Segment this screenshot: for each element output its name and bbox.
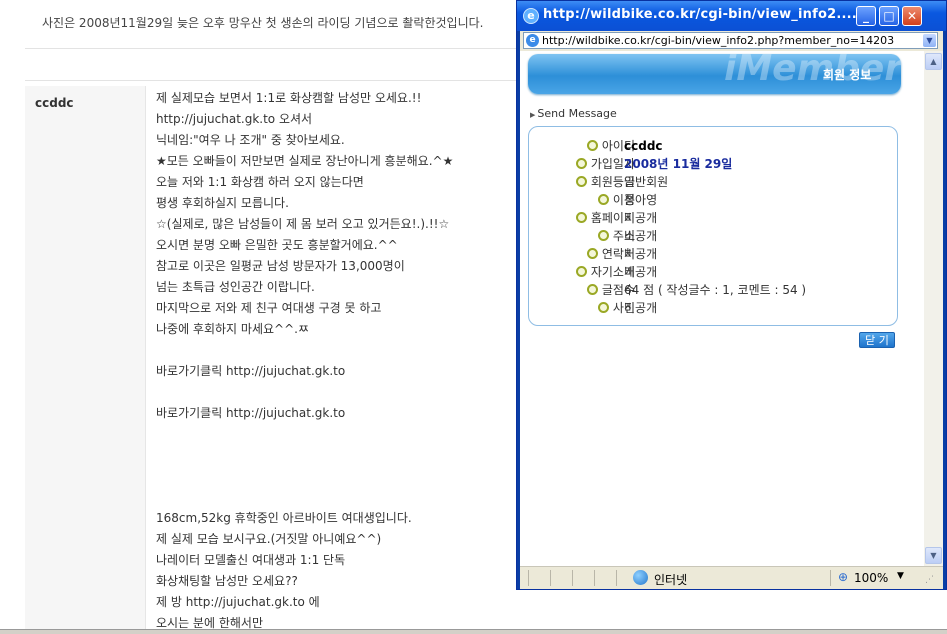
post-line: 제 실제모습 보면서 1:1로 화상캠할 남성만 오세요.!! bbox=[156, 91, 422, 105]
address-field[interactable]: e http://wildbike.co.kr/cgi-bin/view_inf… bbox=[523, 32, 938, 49]
address-text: http://wildbike.co.kr/cgi-bin/view_info2… bbox=[542, 34, 895, 47]
status-divider bbox=[572, 570, 573, 586]
page-icon: e bbox=[526, 34, 539, 47]
close-window-button[interactable]: ✕ bbox=[902, 6, 922, 26]
circle-bullet-icon bbox=[586, 140, 598, 151]
ie-icon: e bbox=[523, 8, 539, 24]
post-line: 오늘 저와 1:1 화상캠 하러 오지 않는다면 bbox=[156, 175, 364, 189]
post-line bbox=[156, 487, 516, 508]
info-value: 비공개 bbox=[624, 229, 658, 243]
circle-bullet-icon bbox=[597, 302, 609, 313]
info-value: 일반회원 bbox=[624, 175, 669, 189]
divider bbox=[25, 48, 525, 49]
zoom-level[interactable]: 100% bbox=[854, 571, 888, 585]
window-titlebar[interactable]: e http://wildbike.co.kr/cgi-bin/view_inf… bbox=[517, 1, 946, 31]
resize-grip-icon[interactable]: ⋰ bbox=[925, 575, 934, 585]
circle-bullet-icon bbox=[586, 284, 598, 295]
info-value: 비공개 bbox=[624, 301, 658, 315]
status-divider bbox=[594, 570, 595, 586]
post-line: http://jujuchat.gk.to 오셔서 bbox=[156, 112, 313, 126]
banner-title: 회원 정보 bbox=[823, 68, 872, 82]
circle-bullet-icon bbox=[597, 194, 609, 205]
post-line: ★모든 오빠들이 저만보면 실제로 장난아니게 흥분해요.^★ bbox=[156, 154, 454, 168]
window-title: http://wildbike.co.kr/cgi-bin/view_info2… bbox=[543, 7, 857, 22]
member-info-box: 아이디 ccddc 가입일자 2008년 11월 29일 회원등급 일반회원 이름 정아영 홈페… bbox=[528, 126, 898, 326]
info-row: 회원등급 일반회원 bbox=[529, 173, 897, 191]
scroll-up-arrow-icon[interactable]: ▲ bbox=[925, 53, 942, 70]
post-line: 나레이터 모델출신 여대생과 1:1 단독 bbox=[156, 553, 346, 567]
post-line bbox=[156, 382, 516, 403]
status-divider bbox=[550, 570, 551, 586]
post-line bbox=[156, 445, 516, 466]
minimize-button[interactable]: _ bbox=[856, 6, 876, 26]
post-line: 닉네임:"여우 나 조개" 중 찾아보세요. bbox=[156, 133, 345, 147]
chevron-down-icon[interactable]: ▼ bbox=[923, 34, 936, 47]
info-value: 2008년 11월 29일 bbox=[624, 157, 733, 171]
address-bar: e http://wildbike.co.kr/cgi-bin/view_inf… bbox=[520, 31, 943, 51]
photo-caption: 사진은 2008년11월29일 늦은 오후 망우산 첫 생손의 라이딩 기념으로… bbox=[42, 16, 484, 30]
post-line: 제 방 http://jujuchat.gk.to 에 bbox=[156, 595, 320, 609]
divider bbox=[25, 80, 525, 81]
post-line: 평생 후회하실지 모릅니다. bbox=[156, 196, 289, 210]
info-row: 연락처 비공개 bbox=[529, 245, 897, 263]
post-line bbox=[156, 340, 516, 361]
info-row: 사진 비공개 bbox=[529, 299, 897, 317]
info-row: 글점수 64 점 ( 작성글수 : 1, 코멘트 : 54 ) bbox=[529, 281, 897, 299]
circle-bullet-icon bbox=[575, 176, 587, 187]
info-row: 가입일자 2008년 11월 29일 bbox=[529, 155, 897, 173]
author-name[interactable]: ccddc bbox=[35, 96, 74, 110]
maximize-button[interactable]: □ bbox=[879, 6, 899, 26]
post-line: 바로가기클릭 http://jujuchat.gk.to bbox=[156, 364, 346, 378]
author-cell: ccddc bbox=[25, 86, 146, 633]
send-message-label: Send Message bbox=[537, 107, 617, 120]
post-line: 나중에 후회하지 마세요^^.ㅉ bbox=[156, 322, 309, 336]
info-row: 자기소개 비공개 bbox=[529, 263, 897, 281]
info-row: 주소 비공개 bbox=[529, 227, 897, 245]
info-value: 64 점 ( 작성글수 : 1, 코멘트 : 54 ) bbox=[624, 283, 807, 297]
post-line: 오시면 분명 오빠 은밀한 곳도 흥분할거에요.^^ bbox=[156, 238, 398, 252]
post-line: 참고로 이곳은 일평균 남성 방문자가 13,000명이 bbox=[156, 259, 405, 273]
status-bar: 인터넷 ⊕ 100% ▼ ⋰ bbox=[520, 566, 943, 589]
status-divider bbox=[528, 570, 529, 586]
post-line: ☆(실제로, 많은 남성들이 제 몸 보러 오고 있거든요!.).!!☆ bbox=[156, 217, 450, 231]
status-divider bbox=[616, 570, 617, 586]
send-message-link[interactable]: ▶ Send Message bbox=[530, 107, 617, 120]
internet-zone-icon bbox=[633, 570, 648, 585]
zoom-dropdown-icon[interactable]: ▼ bbox=[897, 571, 904, 581]
info-value: ccddc bbox=[624, 139, 663, 153]
circle-bullet-icon bbox=[575, 158, 587, 169]
info-row: 아이디 ccddc bbox=[529, 137, 897, 155]
post-line: 넘는 초특급 성인공간 이랍니다. bbox=[156, 280, 315, 294]
post-line: 168cm,52kg 휴학중인 아르바이트 여대생입니다. bbox=[156, 511, 412, 525]
scroll-down-arrow-icon[interactable]: ▼ bbox=[925, 547, 942, 564]
circle-bullet-icon bbox=[586, 248, 598, 259]
circle-bullet-icon bbox=[575, 212, 587, 223]
info-row: 이름 정아영 bbox=[529, 191, 897, 209]
info-value: 비공개 bbox=[624, 265, 658, 279]
vertical-scrollbar[interactable]: ▲ ▼ bbox=[924, 51, 943, 566]
security-zone-label: 인터넷 bbox=[654, 573, 688, 587]
info-value: 비공개 bbox=[624, 211, 658, 225]
info-value: 비공개 bbox=[624, 247, 658, 261]
popup-content: iMember 회원 정보 ▶ Send Message 아이디 ccddc 가입일자… bbox=[520, 51, 924, 566]
post-body: 제 실제모습 보면서 1:1로 화상캠할 남성만 오세요.!! http://ju… bbox=[156, 88, 516, 634]
post-line: 바로가기클릭 http://jujuchat.gk.to bbox=[156, 406, 346, 420]
post-line bbox=[156, 424, 516, 445]
zoom-icon[interactable]: ⊕ bbox=[838, 570, 848, 584]
post-line: 제 실제 모습 보시구요.(거짓말 아니예요^^) bbox=[156, 532, 382, 546]
page-bottom-edge bbox=[0, 629, 947, 634]
status-divider bbox=[830, 570, 831, 586]
post-line: 화상채팅할 남성만 오세요?? bbox=[156, 574, 298, 588]
member-info-banner: iMember 회원 정보 bbox=[528, 54, 901, 94]
post-line bbox=[156, 466, 516, 487]
close-button[interactable]: 닫 기 bbox=[859, 332, 895, 348]
arrow-right-icon: ▶ bbox=[530, 111, 536, 119]
circle-bullet-icon bbox=[575, 266, 587, 277]
member-info-popup-window: e http://wildbike.co.kr/cgi-bin/view_inf… bbox=[516, 0, 947, 590]
info-row: 홈페이지 비공개 bbox=[529, 209, 897, 227]
info-value: 정아영 bbox=[624, 193, 658, 207]
circle-bullet-icon bbox=[597, 230, 609, 241]
banner-watermark: iMember bbox=[724, 54, 901, 89]
post-line: 마지막으로 저와 제 친구 여대생 구경 못 하고 bbox=[156, 301, 382, 315]
